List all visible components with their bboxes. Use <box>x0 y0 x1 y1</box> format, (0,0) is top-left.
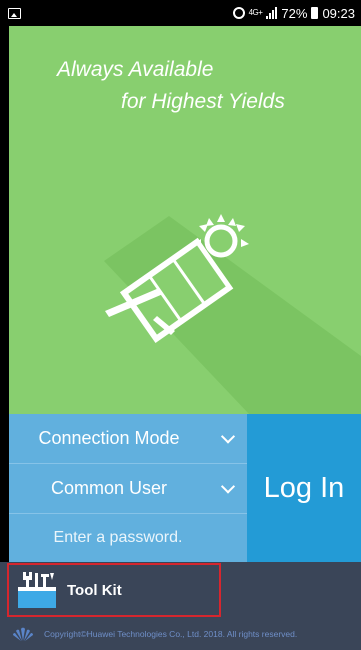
copyright-text: Copyright©Huawei Technologies Co., Ltd. … <box>44 629 298 639</box>
login-panel: Connection Mode Common User Log In <box>9 414 361 562</box>
login-button[interactable]: Log In <box>247 414 361 562</box>
battery-percent: 72% <box>281 5 308 21</box>
hero-banner: Always Available for Highest Yields <box>9 26 361 414</box>
password-row <box>9 514 247 562</box>
tool-kit-label: Tool Kit <box>67 581 122 599</box>
footer: Copyright©Huawei Technologies Co., Ltd. … <box>0 618 361 650</box>
toolbox-icon <box>18 572 56 608</box>
clock: 09:23 <box>322 5 355 21</box>
tagline-line-1: Always Available <box>57 58 214 81</box>
password-input[interactable] <box>9 514 247 562</box>
tagline-line-2: for Highest Yields <box>121 90 285 113</box>
battery-icon <box>311 7 319 19</box>
tool-kit-button[interactable]: Tool Kit <box>7 563 221 617</box>
user-type-label: Common User <box>50 478 168 498</box>
signal-strength-icon <box>266 7 278 19</box>
solar-panel-illustration <box>104 214 361 414</box>
connection-mode-label: Connection Mode <box>38 428 180 448</box>
status-bar: 4G+ 72% 09:23 <box>0 0 361 26</box>
chevron-down-icon <box>220 478 236 494</box>
chevron-down-icon <box>220 428 236 444</box>
user-type-dropdown[interactable]: Common User <box>9 464 247 514</box>
alarm-icon <box>232 7 245 19</box>
toolkit-bar: Tool Kit <box>0 562 361 618</box>
network-type: 4G+ <box>248 8 263 17</box>
gallery-notification-icon <box>8 7 21 19</box>
connection-mode-dropdown[interactable]: Connection Mode <box>9 414 247 464</box>
huawei-logo-icon <box>13 627 33 641</box>
